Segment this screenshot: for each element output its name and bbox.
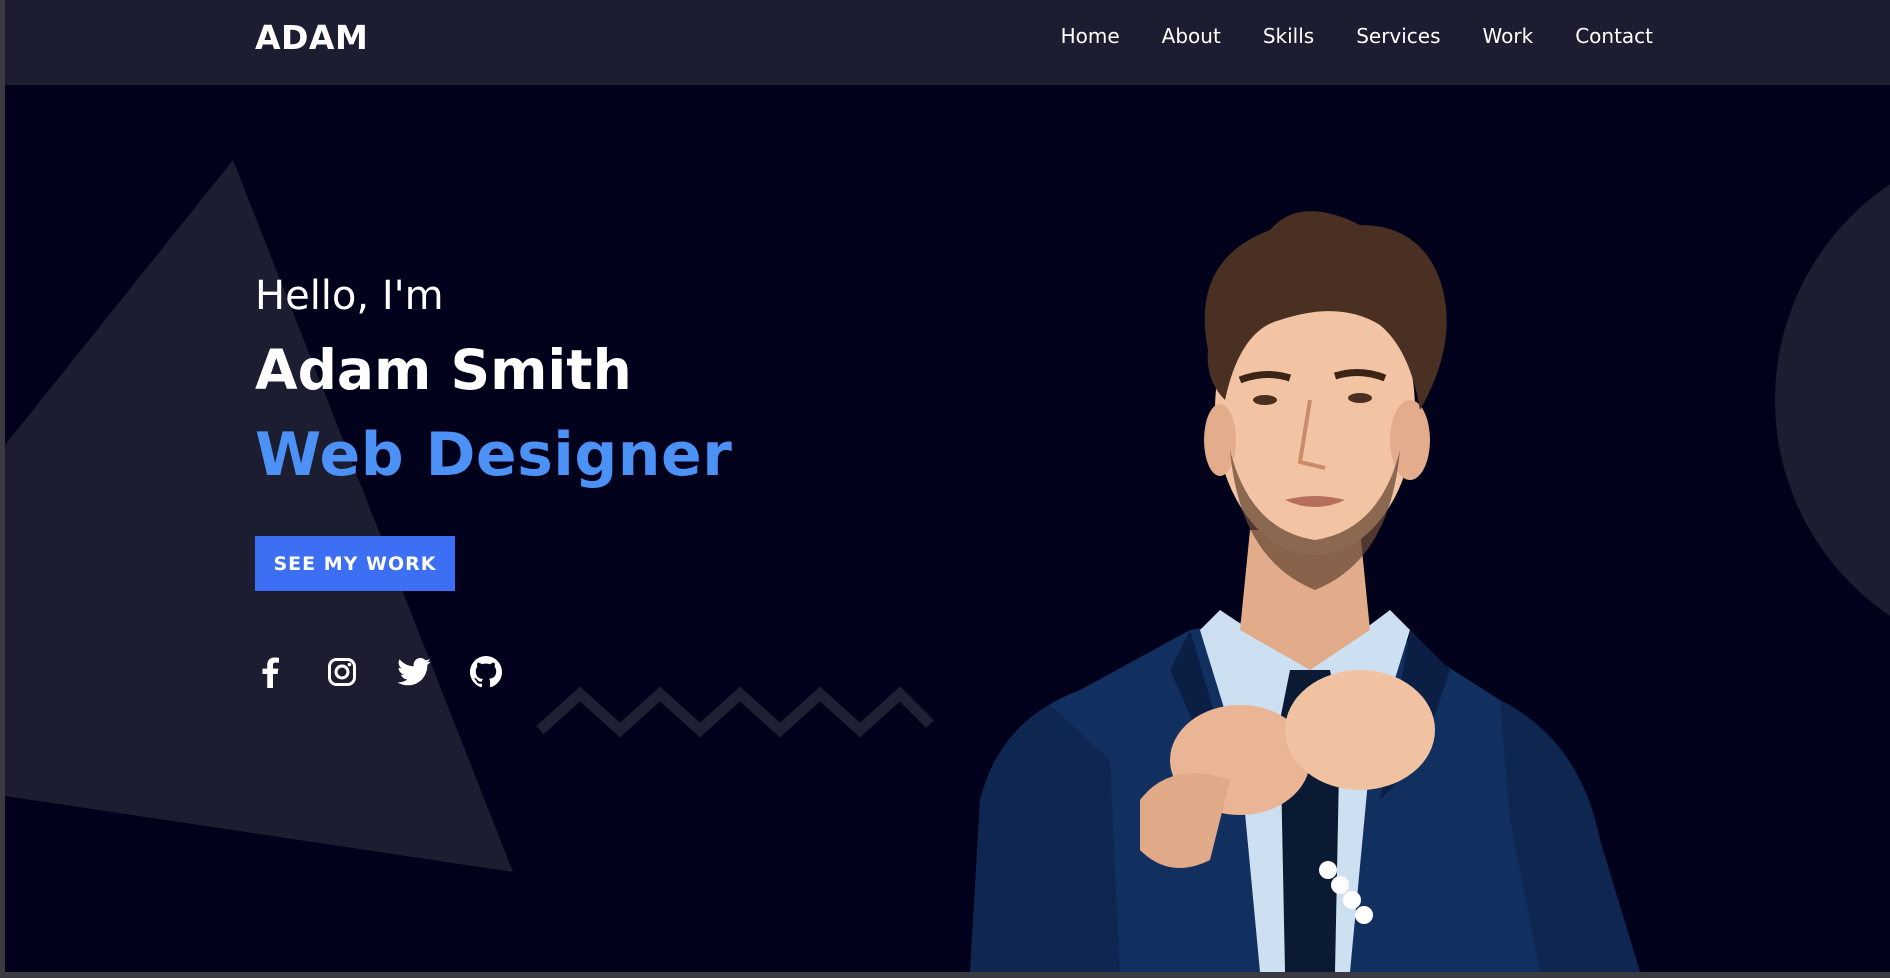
- nav-item-contact[interactable]: Contact: [1575, 24, 1653, 48]
- hero-name: Adam Smith: [255, 338, 632, 402]
- hero-greeting: Hello, I'm: [255, 273, 444, 319]
- nav-item-skills[interactable]: Skills: [1263, 24, 1314, 48]
- nav-item-work[interactable]: Work: [1483, 24, 1534, 48]
- page-frame: ADAM Home About Skills Services Work Con…: [5, 0, 1890, 972]
- decorative-circle: [1775, 140, 1890, 660]
- hero-text: Hello, I'm Adam Smith Web Designer: [255, 268, 732, 496]
- nav-item-about[interactable]: About: [1162, 24, 1221, 48]
- decorative-zigzag: [536, 686, 934, 738]
- nav-item-home[interactable]: Home: [1061, 24, 1120, 48]
- social-links: [253, 655, 541, 689]
- man-in-suit-portrait: [970, 211, 1640, 972]
- facebook-icon[interactable]: [253, 655, 287, 689]
- twitter-icon[interactable]: [397, 655, 431, 689]
- github-icon[interactable]: [469, 655, 503, 689]
- site-logo[interactable]: ADAM: [255, 18, 368, 57]
- instagram-icon[interactable]: [325, 655, 359, 689]
- navbar: ADAM Home About Skills Services Work Con…: [5, 0, 1890, 85]
- nav-menu: Home About Skills Services Work Contact: [1019, 24, 1653, 48]
- see-my-work-button[interactable]: SEE MY WORK: [255, 536, 455, 591]
- hero-role: Web Designer: [255, 420, 733, 490]
- nav-item-services[interactable]: Services: [1356, 24, 1440, 48]
